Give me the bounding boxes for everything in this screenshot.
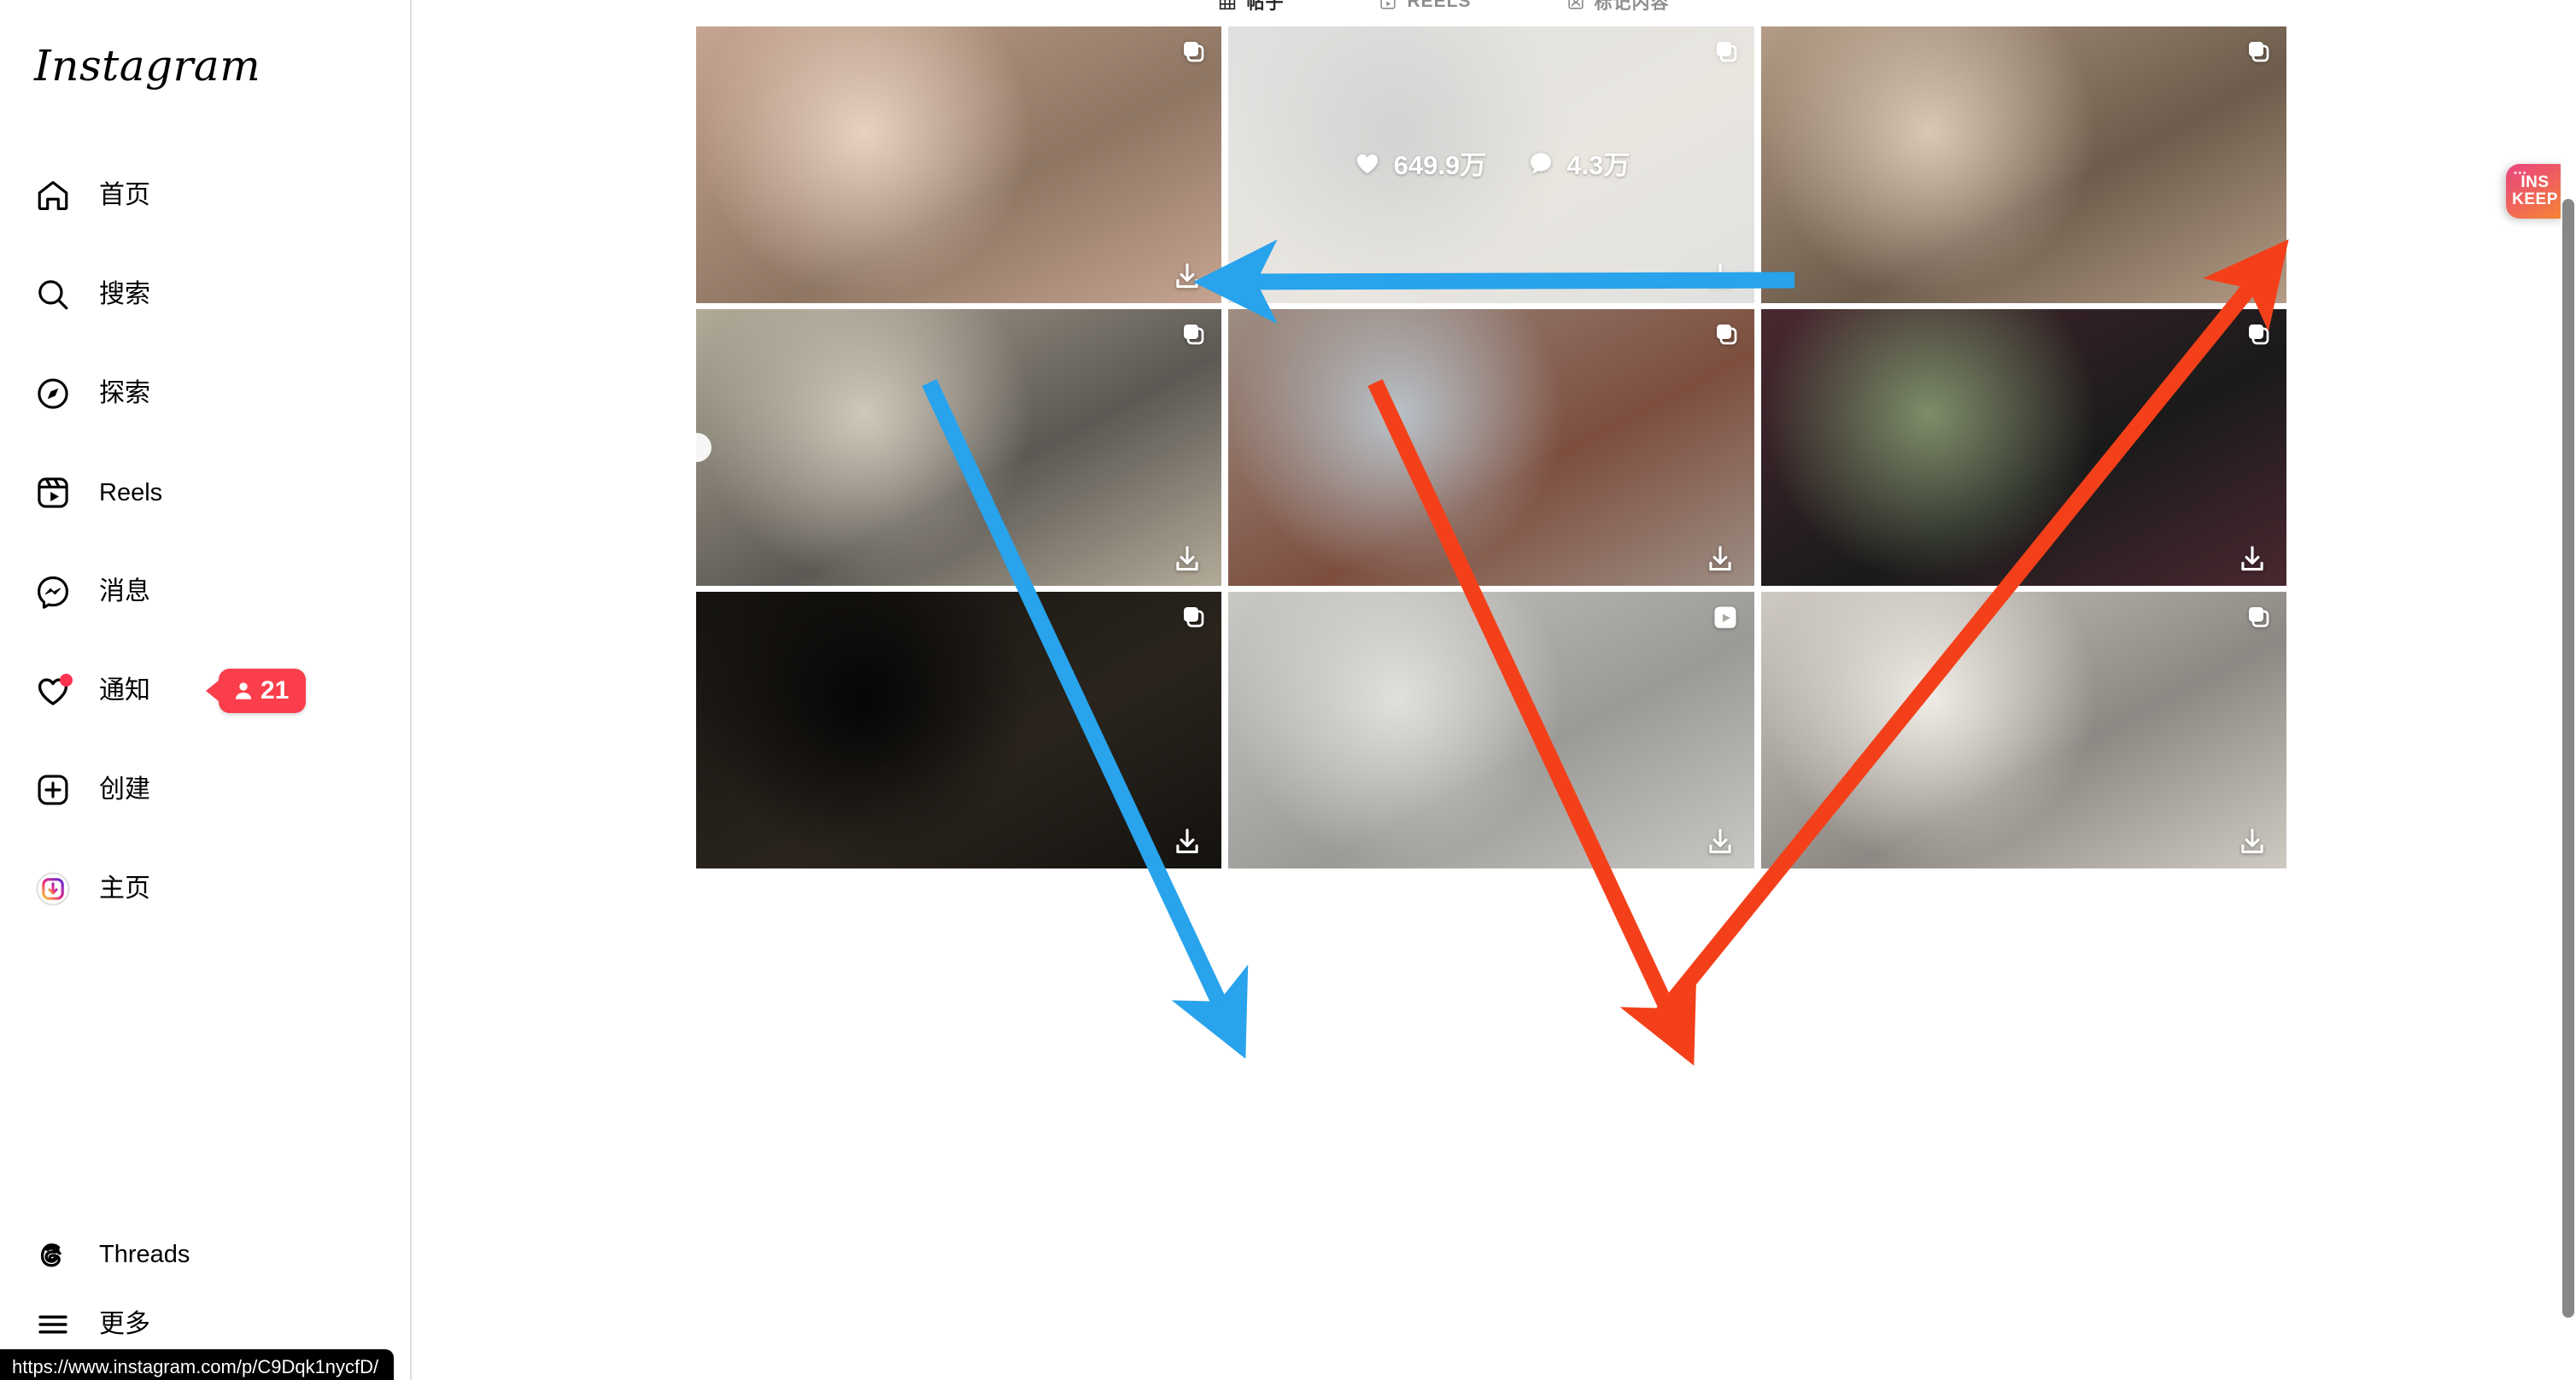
comment-stat: 4.3万	[1527, 149, 1630, 181]
heart-filled-icon	[1353, 149, 1382, 182]
carousel-icon	[2245, 604, 2271, 634]
page-scrollbar-track[interactable]	[2561, 0, 2576, 1380]
badge-dots: •••	[2514, 168, 2528, 178]
post-grid-row	[696, 309, 2286, 586]
download-icon[interactable]	[1701, 822, 1739, 860]
sidebar-item-label: 创建	[99, 775, 150, 804]
post-tile[interactable]	[696, 592, 1222, 868]
sidebar-item-notifications[interactable]: 通知 21	[14, 666, 398, 716]
tab-label: REELS	[1407, 0, 1472, 11]
compass-icon	[32, 373, 73, 414]
badge-line2: KEEP	[2512, 190, 2558, 208]
post-tile[interactable]	[1228, 309, 1754, 586]
tab-reels[interactable]: REELS	[1379, 0, 1471, 19]
notification-count: 21	[261, 676, 290, 705]
sidebar-item-label: 通知	[99, 676, 150, 705]
notification-unread-dot	[60, 674, 73, 687]
post-thumbnail	[696, 592, 1222, 868]
post-thumbnail	[696, 26, 1222, 303]
post-grid: 649.9万 4.3万	[696, 26, 2286, 874]
tab-label: 标记内容	[1594, 0, 1670, 13]
profile-avatar-icon	[32, 868, 73, 909]
post-thumbnail	[1228, 309, 1754, 586]
sidebar-item-label: 搜索	[99, 280, 150, 308]
home-icon	[32, 175, 73, 216]
sidebar-item-explore[interactable]: 探索	[14, 369, 398, 418]
page-scrollbar-thumb[interactable]	[2562, 199, 2574, 1318]
sidebar-item-reels[interactable]: Reels	[14, 468, 398, 518]
post-tile[interactable]	[1760, 309, 2286, 586]
post-thumbnail	[1760, 26, 2286, 303]
carousel-icon	[1713, 321, 1739, 351]
threads-icon	[32, 1234, 73, 1275]
sidebar-item-home[interactable]: 首页	[14, 171, 398, 220]
profile-tab-bar: 帖子 REELS 标记内容	[412, 0, 2477, 19]
sidebar: Instagram 首页 搜索 探索 Reels 消息 通知 21 创建 主页 …	[0, 0, 412, 1380]
sidebar-nav: 首页 搜索 探索 Reels 消息 通知 21 创建 主页	[0, 171, 412, 963]
post-tile[interactable]	[1760, 26, 2286, 303]
instagram-logo[interactable]: Instagram	[34, 41, 261, 91]
download-icon[interactable]	[1168, 257, 1206, 295]
post-grid-row	[696, 592, 2286, 868]
sidebar-item-label: 更多	[99, 1310, 150, 1338]
carousel-icon	[2245, 321, 2271, 351]
tagged-icon	[1567, 0, 1584, 10]
sidebar-item-label: 主页	[99, 874, 150, 903]
sidebar-item-threads[interactable]: Threads	[14, 1230, 398, 1279]
profile-main: 帖子 REELS 标记内容 649.9万 4.3万 ••• INS KEEP	[412, 0, 2576, 1380]
download-icon[interactable]	[2234, 540, 2271, 577]
sidebar-item-messages[interactable]: 消息	[14, 567, 398, 617]
messenger-icon	[32, 571, 73, 612]
reels-icon	[32, 472, 73, 513]
sidebar-item-more[interactable]: 更多	[14, 1300, 398, 1349]
search-icon	[32, 274, 73, 315]
sidebar-item-label: Reels	[99, 478, 163, 506]
download-icon[interactable]	[2234, 257, 2271, 295]
plus-square-icon	[32, 769, 73, 810]
carousel-icon	[1180, 604, 1206, 634]
post-thumbnail	[1760, 592, 2286, 868]
reels-icon	[1379, 0, 1396, 10]
download-icon[interactable]	[2234, 822, 2271, 860]
sidebar-item-label: 消息	[99, 577, 150, 605]
post-tile[interactable]	[1760, 592, 2286, 868]
like-stat: 649.9万	[1353, 149, 1487, 182]
sidebar-item-profile[interactable]: 主页	[14, 864, 398, 914]
post-tile[interactable]: 649.9万 4.3万	[1228, 26, 1754, 303]
post-thumbnail	[696, 309, 1222, 586]
carousel-icon	[1180, 321, 1206, 351]
status-url-text: https://www.instagram.com/p/C9Dqk1nycfD/	[12, 1356, 379, 1377]
sidebar-item-label: 首页	[99, 181, 150, 209]
sidebar-item-label: Threads	[99, 1240, 190, 1268]
tab-label: 帖子	[1246, 0, 1285, 13]
like-count: 649.9万	[1393, 149, 1487, 180]
post-grid-row: 649.9万 4.3万	[696, 26, 2286, 303]
browser-status-url: https://www.instagram.com/p/C9Dqk1nycfD/	[0, 1349, 395, 1380]
post-thumbnail	[1760, 309, 2286, 586]
post-tile[interactable]	[1228, 592, 1754, 868]
download-icon[interactable]	[1168, 540, 1206, 577]
comment-count: 4.3万	[1566, 149, 1630, 180]
person-icon	[232, 680, 255, 702]
sidebar-item-label: 探索	[99, 379, 150, 407]
download-icon[interactable]	[1168, 822, 1206, 860]
grid-icon	[1219, 0, 1236, 10]
comment-filled-icon	[1527, 149, 1554, 181]
ins-keep-extension-badge[interactable]: ••• INS KEEP	[2506, 164, 2564, 219]
post-hover-stats: 649.9万 4.3万	[1228, 26, 1754, 303]
tab-tagged[interactable]: 标记内容	[1567, 0, 1670, 19]
post-tile[interactable]	[696, 26, 1222, 303]
post-tile[interactable]	[696, 309, 1222, 586]
tab-posts[interactable]: 帖子	[1219, 0, 1284, 19]
sidebar-item-search[interactable]: 搜索	[14, 270, 398, 319]
post-thumbnail	[1228, 592, 1754, 868]
carousel-icon	[1180, 38, 1206, 68]
carousel-icon	[2245, 38, 2271, 68]
hamburger-icon	[32, 1304, 73, 1345]
download-icon[interactable]	[1701, 540, 1739, 577]
reels-icon	[1712, 604, 1739, 635]
notification-count-callout[interactable]: 21	[219, 669, 307, 713]
sidebar-item-create[interactable]: 创建	[14, 765, 398, 815]
